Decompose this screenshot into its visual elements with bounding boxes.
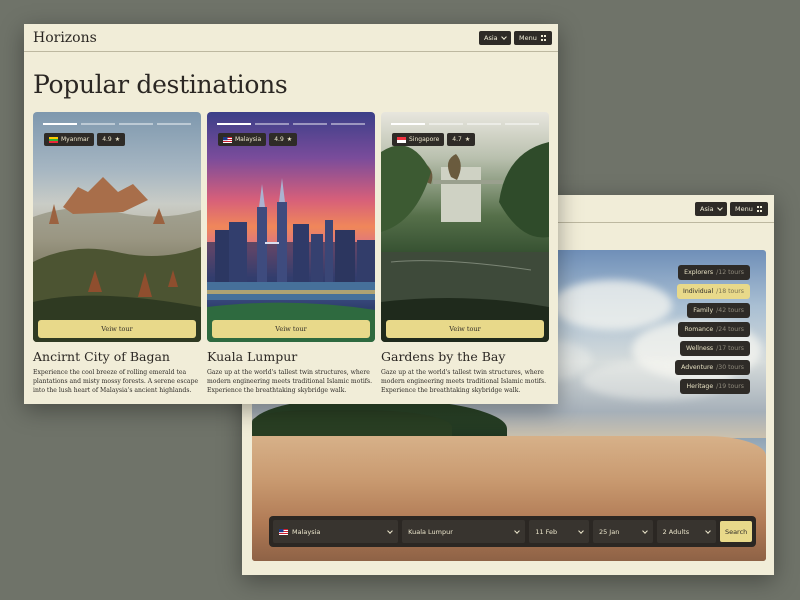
date-to-value: 25 Jan (598, 527, 620, 536)
menu-label: Menu (735, 205, 753, 213)
city-value: Kuala Lumpur (408, 527, 453, 536)
top-bar: Horizons Asia Menu (24, 24, 558, 52)
slide-progress (217, 123, 365, 125)
destination-name: Gardens by the Bay (381, 349, 506, 364)
chevron-down-icon (578, 527, 584, 534)
tour-tag-name: Family (693, 307, 714, 314)
singapore-flag-icon (397, 136, 406, 143)
myanmar-flag-icon (49, 136, 58, 143)
tour-tag-name: Wellness (685, 345, 714, 352)
date-from-value: 11 Feb (535, 527, 558, 536)
destination-description: Gaze up at the world's tallest twin stru… (381, 369, 547, 394)
tour-tag-count: /30 tours (716, 364, 744, 371)
kuala-lumpur-skyline-illustration (207, 178, 375, 342)
country-select[interactable]: Malaysia (273, 520, 399, 543)
tour-tag-romance[interactable]: Romance /24 tours (678, 322, 750, 337)
tour-tag-count: /12 tours (716, 269, 744, 276)
destination-description: Gaze up at the world's tallest twin stru… (207, 369, 373, 394)
tour-tag-name: Individual (683, 288, 714, 295)
brand-logo[interactable]: Horizons (33, 30, 97, 46)
menu-button[interactable]: Menu (514, 31, 552, 45)
country-badge: Singapore (392, 133, 445, 146)
tour-tag-name: Adventure (681, 364, 714, 371)
region-select[interactable]: Asia (479, 31, 511, 45)
region-select-label: Asia (700, 205, 714, 213)
chevron-down-icon (387, 527, 393, 534)
tour-tag-name: Explorers (684, 269, 714, 276)
tour-category-list: Explorers /12 tours Individual /18 tours… (675, 265, 750, 394)
country-badge: Myanmar (44, 133, 95, 146)
menu-button[interactable]: Menu (730, 202, 768, 216)
rating-badge: 4.7 ★ (447, 133, 476, 146)
tour-tag-count: /42 tours (716, 307, 744, 314)
search-button[interactable]: Search (720, 521, 753, 542)
malaysia-flag-icon (223, 136, 232, 143)
menu-label: Menu (519, 34, 537, 42)
tour-tag-count: /19 tours (716, 383, 744, 390)
destination-card-kuala-lumpur[interactable]: Malaysia 4.9 ★ Veiw tour Kuala Lumpur Ga… (207, 112, 375, 395)
tour-tag-count: /18 tours (716, 288, 744, 295)
grid-icon (540, 35, 547, 41)
tour-tag-name: Heritage (686, 383, 714, 390)
guests-select[interactable]: 2 Adults (656, 520, 717, 543)
page-title: Popular destinations (33, 70, 288, 99)
destination-description: Experience the cool breeze of rolling em… (33, 369, 199, 394)
tour-tag-count: /17 tours (716, 345, 744, 352)
destination-name: Kuala Lumpur (207, 349, 298, 364)
tour-tag-adventure[interactable]: Adventure /30 tours (675, 360, 750, 375)
slide-progress (391, 123, 539, 125)
chevron-down-icon (705, 527, 712, 534)
card-badges: Singapore 4.7 ★ (392, 133, 476, 146)
country-name: Malaysia (235, 136, 262, 143)
country-value: Malaysia (292, 527, 321, 536)
view-tour-button[interactable]: Veiw tour (386, 320, 544, 338)
rating-value: 4.7 (452, 136, 462, 143)
tour-tag-count: /24 tours (716, 326, 744, 333)
tour-tag-name: Romance (684, 326, 714, 333)
card-badges: Malaysia 4.9 ★ (218, 133, 298, 146)
star-icon: ★ (286, 136, 293, 143)
destination-photo: Malaysia 4.9 ★ Veiw tour (207, 112, 375, 342)
destination-card-gardens-by-the-bay[interactable]: Singapore 4.7 ★ Veiw tour Gardens by the… (381, 112, 549, 395)
destination-photo: Singapore 4.7 ★ Veiw tour (381, 112, 549, 342)
destination-card-bagan[interactable]: Myanmar 4.9 ★ Veiw tour Ancirnt City of … (33, 112, 201, 395)
grid-icon (756, 206, 763, 212)
tour-tag-explorers[interactable]: Explorers /12 tours (678, 265, 750, 280)
view-tour-button[interactable]: Veiw tour (212, 320, 370, 338)
date-to-select[interactable]: 25 Jan (592, 520, 653, 543)
destinations-window: Horizons Asia Menu Popular destinations (24, 24, 558, 404)
view-tour-button[interactable]: Veiw tour (38, 320, 196, 338)
country-name: Singapore (409, 136, 440, 143)
date-from-select[interactable]: 11 Feb (529, 520, 589, 543)
star-icon: ★ (114, 136, 121, 143)
rating-value: 4.9 (102, 136, 112, 143)
card-badges: Myanmar 4.9 ★ (44, 133, 126, 146)
region-select[interactable]: Asia (695, 202, 727, 216)
destination-name: Ancirnt City of Bagan (33, 349, 170, 364)
tour-tag-family[interactable]: Family /42 tours (687, 303, 750, 318)
tour-tag-heritage[interactable]: Heritage /19 tours (680, 379, 750, 394)
guests-value: 2 Adults (662, 527, 690, 536)
search-bar: Malaysia Kuala Lumpur 11 Feb 25 Jan 2 Ad… (269, 516, 756, 547)
tour-tag-individual[interactable]: Individual /18 tours (677, 284, 750, 299)
slide-progress (43, 123, 191, 125)
rating-badge: 4.9 ★ (97, 133, 126, 146)
destination-photo: Myanmar 4.9 ★ Veiw tour (33, 112, 201, 342)
city-select[interactable]: Kuala Lumpur (402, 520, 526, 543)
star-icon: ★ (464, 136, 471, 143)
tour-tag-wellness[interactable]: Wellness /17 tours (679, 341, 750, 356)
chevron-down-icon (500, 34, 507, 40)
chevron-down-icon (514, 527, 521, 534)
malaysia-flag-icon (279, 528, 288, 535)
region-select-label: Asia (484, 34, 498, 42)
country-name: Myanmar (61, 136, 90, 143)
gardens-illustration (381, 142, 549, 342)
rating-badge: 4.9 ★ (269, 133, 298, 146)
rating-value: 4.9 (274, 136, 284, 143)
country-badge: Malaysia (218, 133, 267, 146)
bagan-temples-illustration (33, 177, 201, 342)
chevron-down-icon (716, 205, 723, 211)
chevron-down-icon (641, 527, 648, 534)
